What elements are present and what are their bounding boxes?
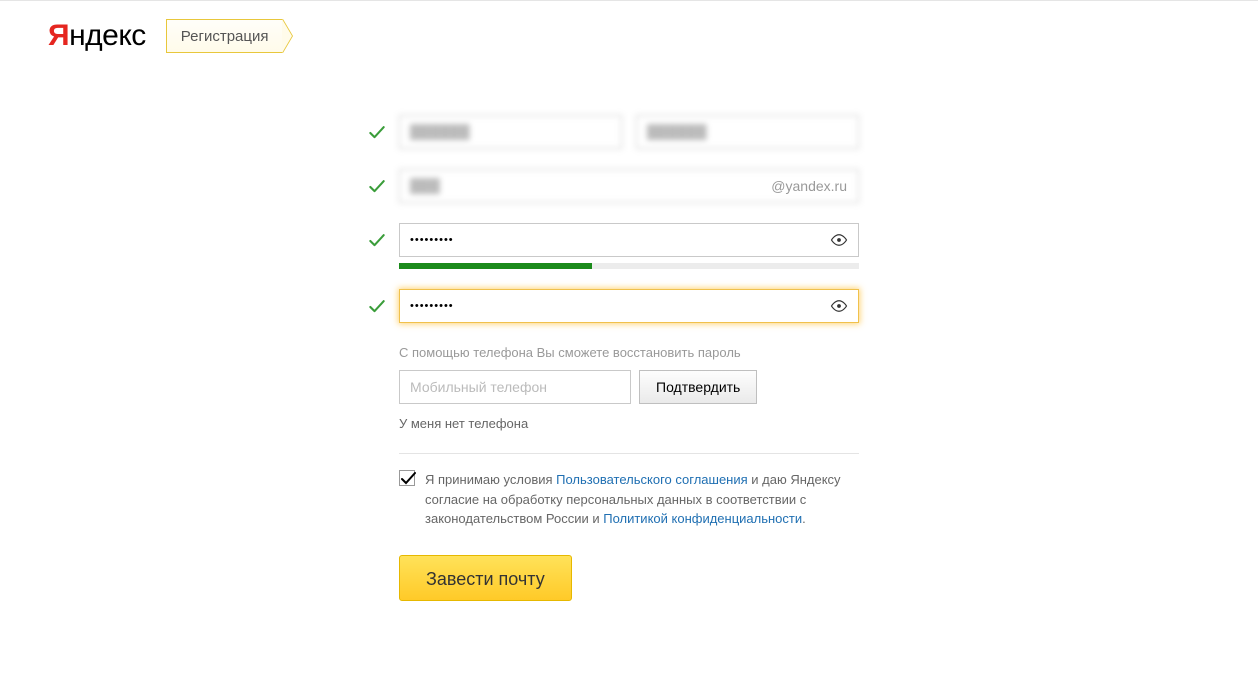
name-row <box>399 115 859 149</box>
logo-accent: Я <box>48 19 69 52</box>
divider <box>399 453 859 454</box>
eye-icon[interactable] <box>829 296 849 316</box>
phone-row: Подтвердить <box>399 370 859 404</box>
password-input[interactable] <box>399 223 859 257</box>
terms-prefix: Я принимаю условия <box>425 472 556 487</box>
password-strength-bar <box>399 263 859 269</box>
logo-text: ндекс <box>69 19 146 52</box>
check-icon <box>367 123 387 143</box>
registration-badge: Регистрация <box>166 19 284 53</box>
check-icon <box>367 231 387 251</box>
password-strength-fill <box>399 263 592 269</box>
phone-hint: С помощью телефона Вы сможете восстанови… <box>399 345 859 360</box>
login-input[interactable] <box>399 169 859 203</box>
terms-suffix: . <box>802 511 806 526</box>
privacy-policy-link[interactable]: Политикой конфиденциальности <box>603 511 802 526</box>
check-icon <box>367 297 387 317</box>
badge-label: Регистрация <box>181 28 269 45</box>
no-phone-link[interactable]: У меня нет телефона <box>399 416 859 431</box>
header: Яндекс Регистрация <box>0 1 1258 65</box>
password-confirm-row <box>399 289 859 323</box>
registration-form: @yandex.ru С помощью телефона Вы сможете… <box>399 115 859 601</box>
confirm-button[interactable]: Подтвердить <box>639 370 757 404</box>
logo[interactable]: Яндекс <box>48 19 146 53</box>
last-name-input[interactable] <box>636 115 859 149</box>
terms-block: Я принимаю условия Пользовательского сог… <box>399 470 859 529</box>
first-name-input[interactable] <box>399 115 622 149</box>
password-confirm-input[interactable] <box>399 289 859 323</box>
submit-button[interactable]: Завести почту <box>399 555 572 601</box>
check-icon <box>367 177 387 197</box>
eye-icon[interactable] <box>829 230 849 250</box>
phone-input[interactable] <box>399 370 631 404</box>
user-agreement-link[interactable]: Пользовательского соглашения <box>556 472 748 487</box>
terms-checkbox[interactable] <box>399 470 415 486</box>
password-row <box>399 223 859 257</box>
login-row: @yandex.ru <box>399 169 859 203</box>
